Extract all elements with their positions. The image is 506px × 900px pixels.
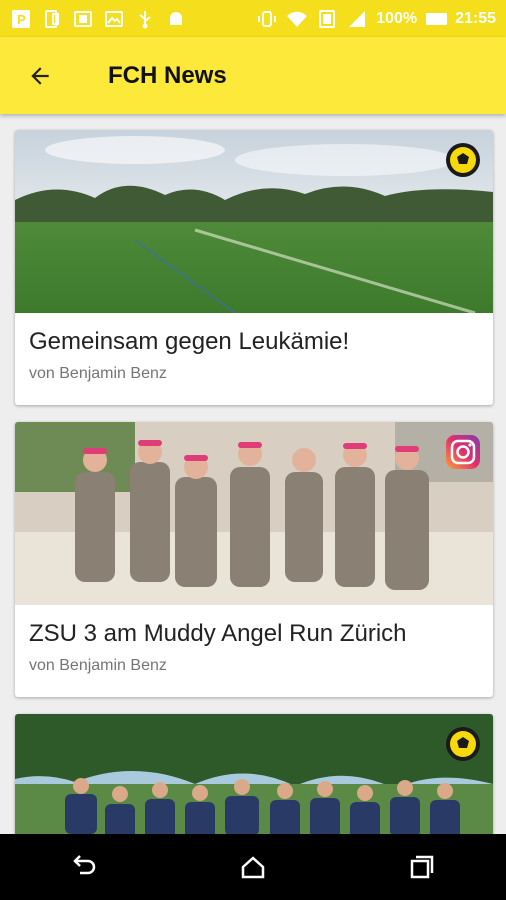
wifi-icon	[286, 9, 308, 29]
home-nav-icon	[241, 856, 265, 879]
news-card[interactable]: Gemeinsam gegen Leukämie! von Benjamin B…	[15, 130, 493, 405]
soccer-ball-icon	[446, 143, 480, 177]
app-p-icon: P	[10, 9, 32, 29]
news-image-football-field	[15, 130, 493, 313]
instagram-icon	[446, 435, 480, 469]
signal-icon	[346, 9, 368, 29]
battery-percent: 100%	[376, 9, 418, 27]
app-bar: FCH News	[0, 37, 506, 114]
nav-back-button[interactable]	[54, 837, 114, 897]
recents-nav-icon	[410, 855, 433, 879]
news-card[interactable]: ZSU 3 am Muddy Angel Run Zürich von Benj…	[15, 422, 493, 697]
soccer-ball-icon	[446, 727, 480, 761]
page-title: FCH News	[108, 61, 227, 89]
back-nav-icon	[73, 855, 96, 875]
sim-icon	[41, 9, 63, 29]
android-icon	[165, 9, 187, 29]
status-bar: P 100% 21:55	[0, 0, 506, 37]
news-title: ZSU 3 am Muddy Angel Run Zürich	[29, 620, 407, 647]
back-button[interactable]	[0, 37, 80, 114]
svg-text:P: P	[17, 12, 26, 27]
clock: 21:55	[455, 9, 496, 27]
battery-icon	[425, 9, 448, 29]
nav-home-button[interactable]	[223, 837, 283, 897]
news-image-team-photo	[15, 714, 493, 834]
news-card[interactable]	[15, 714, 493, 834]
vibrate-icon	[256, 9, 278, 29]
usb-icon	[134, 9, 156, 29]
navigation-bar	[0, 834, 506, 900]
nav-recents-button[interactable]	[392, 837, 452, 897]
screenshot-icon	[72, 9, 94, 29]
nfc-icon	[316, 9, 338, 29]
news-list[interactable]: Gemeinsam gegen Leukämie! von Benjamin B…	[0, 114, 506, 834]
arrow-back-icon	[31, 66, 49, 85]
news-author: von Benjamin Benz	[29, 657, 167, 674]
news-title: Gemeinsam gegen Leukämie!	[29, 328, 350, 355]
image-icon	[103, 9, 125, 29]
news-image-mud-run	[15, 422, 493, 605]
news-author: von Benjamin Benz	[29, 365, 167, 382]
